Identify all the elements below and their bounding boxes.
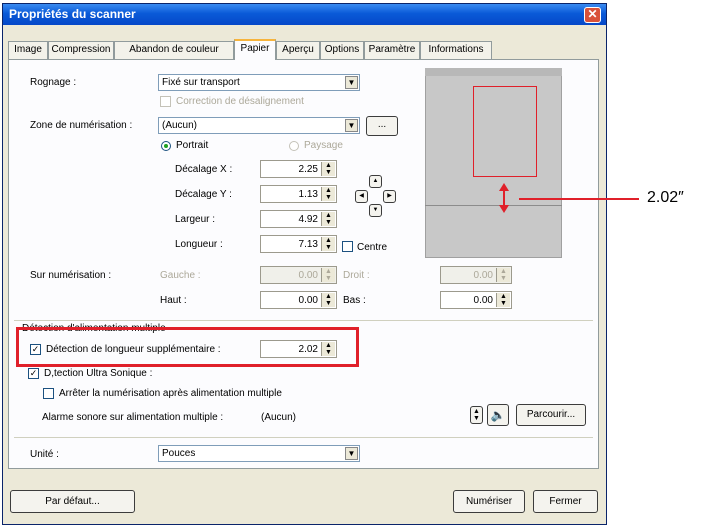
preview-top-band <box>425 68 562 76</box>
spin-arrows-icon[interactable]: ▲ ▼ <box>321 268 335 282</box>
spin-arrows-icon[interactable]: ▲ ▼ <box>496 293 510 307</box>
portrait-label: Portrait <box>176 140 209 151</box>
multifeed-separator <box>14 320 593 321</box>
stop-after-multifeed-checkbox[interactable] <box>43 388 54 399</box>
cropping-label: Rognage : <box>30 77 77 88</box>
preview-line <box>425 205 562 206</box>
cropping-value: Fixé sur transport <box>162 77 240 88</box>
tab-image[interactable]: Image <box>8 41 48 59</box>
offset-y-label: Décalage Y : <box>175 189 232 200</box>
spin-arrows-icon[interactable]: ▲ ▼ <box>321 187 335 201</box>
alarm-spin-arrows-icon[interactable]: ▲ ▼ <box>470 406 483 424</box>
unit-select[interactable]: Pouces ▼ <box>158 445 360 462</box>
stop-after-multifeed-label: Arrêter la numérisation après alimentati… <box>59 388 282 399</box>
overscan-right-value: 0.00 <box>473 270 493 281</box>
overscan-label: Sur numérisation : <box>30 270 112 281</box>
scan-area-value: (Aucun) <box>162 120 198 131</box>
landscape-label: Paysage <box>304 140 343 151</box>
move-right-icon[interactable]: ▶ <box>383 190 396 203</box>
unit-separator <box>14 437 593 438</box>
overscan-bottom-value: 0.00 <box>473 295 493 306</box>
scan-area-browse-button[interactable]: ... <box>366 116 398 136</box>
alarm-value: (Aucun) <box>261 412 297 423</box>
spin-arrows-icon[interactable]: ▲ ▼ <box>321 237 335 251</box>
overscan-top-label: Haut : <box>160 295 187 306</box>
scan-button[interactable]: Numériser <box>453 490 525 513</box>
speaker-icon[interactable]: 🔈 <box>487 404 509 426</box>
overscan-right-label: Droit : <box>343 270 370 281</box>
spin-arrows-icon[interactable]: ▲ ▼ <box>321 162 335 176</box>
close-icon[interactable]: ✕ <box>584 7 601 23</box>
center-label: Centre <box>357 242 388 253</box>
portrait-radio[interactable] <box>161 141 171 151</box>
length-spinner[interactable]: 7.13 ▲ ▼ <box>260 235 337 253</box>
overscan-left-value: 0.00 <box>298 270 318 281</box>
move-left-icon[interactable]: ◀ <box>355 190 368 203</box>
ultrasonic-label: D,tection Ultra Sonique : <box>44 368 153 379</box>
offset-x-value: 2.25 <box>298 164 318 175</box>
overscan-bottom-spinner[interactable]: 0.00 ▲ ▼ <box>440 291 512 309</box>
scan-area-label: Zone de numérisation : <box>30 120 133 131</box>
unit-value: Pouces <box>162 448 196 459</box>
cropping-select[interactable]: Fixé sur transport ▼ <box>158 74 360 91</box>
length-label: Longueur : <box>175 239 223 250</box>
overscan-right-spinner[interactable]: 0.00 ▲ ▼ <box>440 266 512 284</box>
tab-options[interactable]: Options <box>320 41 364 59</box>
alarm-label: Alarme sonore sur alimentation multiple … <box>42 412 224 423</box>
default-button[interactable]: Par défaut... <box>10 490 135 513</box>
center-checkbox[interactable] <box>342 241 353 252</box>
window-title: Propriétés du scanner <box>9 7 136 21</box>
tab-paper[interactable]: Papier <box>234 39 276 60</box>
chevron-down-icon: ▼ <box>345 119 358 132</box>
chevron-down-icon: ▼ <box>345 76 358 89</box>
ultrasonic-checkbox[interactable]: ✓ <box>28 368 39 379</box>
close-button[interactable]: Fermer <box>533 490 598 513</box>
chevron-down-icon: ▼ <box>345 447 358 460</box>
unit-label: Unité : <box>30 449 59 460</box>
offset-y-spinner[interactable]: 1.13 ▲ ▼ <box>260 185 337 203</box>
callout-line <box>519 198 639 200</box>
overscan-bottom-label: Bas : <box>343 295 366 306</box>
overscan-top-value: 0.00 <box>298 295 318 306</box>
alarm-browse-button[interactable]: Parcourir... <box>516 404 586 426</box>
spin-arrows-icon[interactable]: ▲ ▼ <box>321 212 335 226</box>
double-arrow-icon <box>499 183 509 213</box>
overscan-left-label: Gauche : <box>160 270 201 281</box>
scan-area-rectangle <box>473 86 537 177</box>
spin-arrows-icon[interactable]: ▲ ▼ <box>496 268 510 282</box>
landscape-radio[interactable] <box>289 141 299 151</box>
deskew-label: Correction de désalignement <box>176 96 304 107</box>
deskew-checkbox[interactable] <box>160 96 171 107</box>
offset-x-spinner[interactable]: 2.25 ▲ ▼ <box>260 160 337 178</box>
title-bar[interactable]: Propriétés du scanner <box>3 4 606 25</box>
tab-information[interactable]: Informations <box>420 41 492 59</box>
offset-x-label: Décalage X : <box>175 164 233 175</box>
move-down-icon[interactable]: ▼ <box>369 204 382 217</box>
highlight-box <box>16 327 359 367</box>
callout-value: 2.02″ <box>647 189 684 206</box>
tab-compression[interactable]: Compression <box>48 41 114 59</box>
tab-settings[interactable]: Paramètre <box>364 41 420 59</box>
move-up-icon[interactable]: ▲ <box>369 175 382 188</box>
length-value: 7.13 <box>298 239 318 250</box>
spin-arrows-icon[interactable]: ▲ ▼ <box>321 293 335 307</box>
width-label: Largeur : <box>175 214 216 225</box>
scan-area-select[interactable]: (Aucun) ▼ <box>158 117 360 134</box>
overscan-left-spinner[interactable]: 0.00 ▲ ▼ <box>260 266 337 284</box>
tab-color-dropout[interactable]: Abandon de couleur <box>114 41 234 59</box>
width-spinner[interactable]: 4.92 ▲ ▼ <box>260 210 337 228</box>
overscan-top-spinner[interactable]: 0.00 ▲ ▼ <box>260 291 337 309</box>
width-value: 4.92 <box>298 214 318 225</box>
offset-y-value: 1.13 <box>298 189 318 200</box>
tab-preview[interactable]: Aperçu <box>276 41 320 59</box>
